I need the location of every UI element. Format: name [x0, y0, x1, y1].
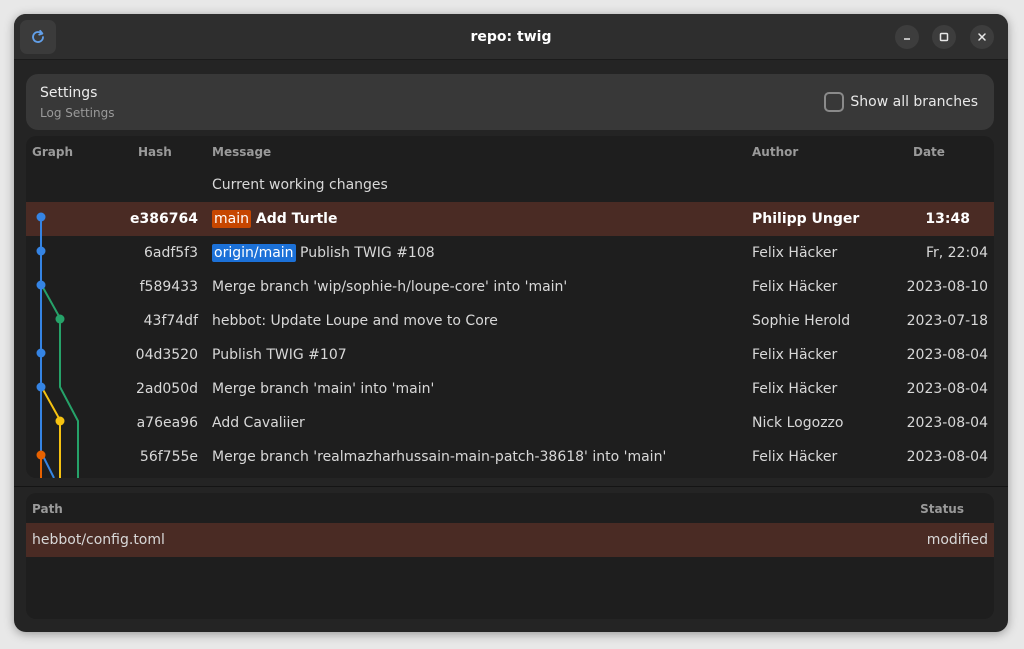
commit-row[interactable]: 43f74df hebbot: Update Loupe and move to … [26, 304, 994, 338]
column-header-author[interactable]: Author [752, 145, 798, 159]
commit-author: Felix Häcker [752, 347, 838, 363]
commit-message: Merge branch 'realmazharhussain-main-pat… [212, 449, 667, 465]
commit-date: Fr, 22:04 [925, 245, 988, 261]
graph-node [36, 246, 46, 256]
app-window: repo: twig Settings Log Settings Show al… [14, 14, 1008, 632]
commit-author: Sophie Herold [752, 313, 851, 329]
commit-row[interactable]: f589433 Merge branch 'wip/sophie-h/loupe-… [26, 270, 994, 304]
column-header-date[interactable]: Date [913, 145, 945, 159]
graph-node [55, 416, 65, 426]
column-header-hash[interactable]: Hash [138, 145, 172, 159]
working-changes-row[interactable]: Current working changes [26, 168, 994, 202]
commit-author: Felix Häcker [752, 449, 838, 465]
commit-row[interactable]: e386764 main Add Turtle Philipp Unger 13:48 [26, 202, 994, 236]
commit-hash: 56f755e [139, 449, 198, 465]
commit-author: Felix Häcker [752, 245, 838, 261]
commit-hash: 2ad050d [136, 381, 198, 397]
commit-message: Publish TWIG #108 [300, 245, 435, 261]
commit-author: Felix Häcker [752, 381, 838, 397]
commit-date: 2023-07-18 [906, 313, 988, 329]
file-path: hebbot/config.toml [32, 532, 165, 548]
column-header-message[interactable]: Message [212, 145, 271, 159]
header-bar: repo: twig [14, 14, 1008, 60]
file-status: modified [926, 532, 988, 548]
commit-message: Add Cavaliier [212, 415, 305, 431]
commit-hash: f589433 [139, 279, 198, 295]
graph-node [36, 450, 46, 460]
minimize-button[interactable] [895, 25, 919, 49]
commit-row[interactable]: 6adf5f3 origin/main Publish TWIG #108 Feli… [26, 236, 994, 270]
commit-message-cell: Add Cavaliier [212, 406, 305, 440]
maximize-icon [939, 32, 949, 42]
commit-row[interactable]: 04d3520 Publish TWIG #107 Felix Häcker 2023… [26, 338, 994, 372]
graph-node [55, 314, 65, 324]
commit-message: Add Turtle [255, 211, 338, 227]
commit-date: 2023-08-10 [906, 279, 988, 295]
show-all-branches-checkbox[interactable] [824, 92, 845, 112]
column-header-status[interactable]: Status [920, 502, 964, 516]
refresh-button[interactable] [20, 20, 56, 54]
commit-hash: 04d3520 [135, 347, 198, 363]
working-changes-label: Current working changes [212, 177, 388, 193]
commit-author: Felix Häcker [752, 279, 838, 295]
commit-hash: 6adf5f3 [143, 245, 198, 261]
pane-divider[interactable] [14, 486, 1008, 487]
close-button[interactable] [970, 25, 994, 49]
refresh-icon [32, 29, 44, 43]
commit-author: Philipp Unger [752, 211, 860, 227]
commit-message-cell: origin/main Publish TWIG #108 [212, 236, 435, 270]
graph-line-yellow [40, 385, 61, 478]
window-title: repo: twig [470, 29, 552, 45]
commit-message-cell: hebbot: Update Loupe and move to Core [212, 304, 498, 338]
changed-files-list[interactable]: Path Status hebbot/config.toml modified [26, 493, 994, 619]
column-header-path[interactable]: Path [32, 502, 63, 516]
graph-node [36, 280, 46, 290]
settings-subtitle: Log Settings [40, 106, 115, 120]
branch-tag: main [212, 210, 251, 228]
commit-graph [36, 212, 79, 478]
commit-message-cell: Merge branch 'realmazharhussain-main-pat… [212, 440, 666, 474]
commit-date: 13:48 [925, 211, 970, 227]
commit-message-cell: Publish TWIG #107 [212, 338, 347, 372]
commit-date: 2023-08-04 [906, 347, 988, 363]
commit-row[interactable]: a76ea96 Add Cavaliier Nick Logozzo 2023-08-… [26, 406, 994, 440]
commit-message: Merge branch 'main' into 'main' [212, 381, 435, 397]
close-icon [978, 33, 986, 41]
commit-log-list[interactable]: Graph Hash Message Author Date Current w… [26, 136, 994, 478]
file-row[interactable]: hebbot/config.toml modified [26, 523, 994, 557]
graph-line-blue [40, 216, 55, 478]
commit-date: 2023-08-04 [906, 381, 988, 397]
settings-card: Settings Log Settings Show all branches [26, 74, 994, 130]
show-all-branches-toggle[interactable]: Show all branches [824, 91, 978, 113]
maximize-button[interactable] [932, 25, 956, 49]
commit-message-cell: Merge branch 'wip/sophie-h/loupe-core' i… [212, 270, 567, 304]
commit-hash: 43f74df [143, 313, 198, 329]
commit-message: Merge branch 'wip/sophie-h/loupe-core' i… [212, 279, 568, 295]
graph-node [36, 382, 46, 392]
commit-hash: e386764 [130, 211, 198, 227]
commit-row[interactable]: 2ad050d Merge branch 'main' into 'main' Fe… [26, 372, 994, 406]
minimize-icon [904, 38, 910, 40]
graph-node [36, 348, 46, 358]
commit-author: Nick Logozzo [752, 415, 844, 431]
commit-date: 2023-08-04 [906, 449, 988, 465]
commit-date: 2023-08-04 [906, 415, 988, 431]
branch-tag: origin/main [212, 244, 296, 262]
commit-row[interactable]: 56f755e Merge branch 'realmazharhussain-m… [26, 440, 994, 474]
commit-message: hebbot: Update Loupe and move to Core [212, 313, 498, 329]
commit-message-cell: Merge branch 'main' into 'main' [212, 372, 434, 406]
show-all-branches-label: Show all branches [850, 94, 978, 110]
settings-title: Settings [40, 85, 98, 101]
commit-message-cell: main Add Turtle [212, 202, 337, 236]
commit-hash: a76ea96 [136, 415, 198, 431]
graph-node [36, 212, 46, 222]
commit-message: Publish TWIG #107 [212, 347, 347, 363]
